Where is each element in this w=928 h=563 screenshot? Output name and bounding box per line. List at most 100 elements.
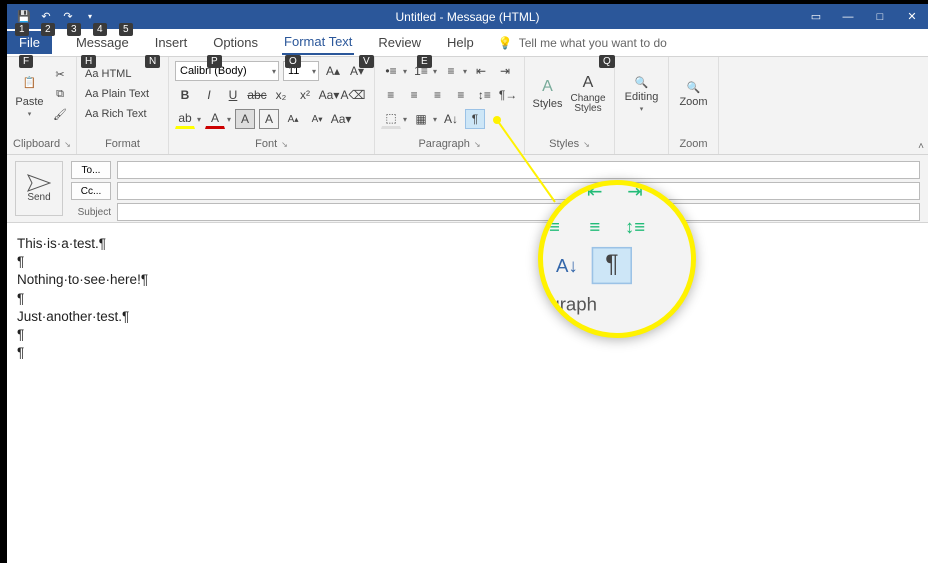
rich-text-button[interactable]: Aa Rich Text <box>83 105 151 123</box>
font-color-dd[interactable]: ▾ <box>227 115 231 124</box>
align-center-button[interactable]: ≡ <box>404 85 423 105</box>
mag-spacing-icon: ↕≡ <box>620 211 651 242</box>
send-button[interactable]: Send <box>15 161 63 216</box>
grow-font2-button[interactable]: A▴ <box>283 109 303 129</box>
font-name-combo[interactable]: Calibri (Body) <box>175 61 279 81</box>
styles-label: Styles <box>533 98 563 110</box>
mag-launcher-icon: ↘ <box>677 297 687 311</box>
styles-launcher[interactable]: ↘ <box>583 140 590 149</box>
body-line: Just·another·test.¶ <box>17 308 918 326</box>
group-format: Aa HTML Aa Plain Text Aa Rich Text Forma… <box>77 57 169 154</box>
sort-button[interactable]: A↓ <box>441 109 461 129</box>
subscript-button[interactable]: x₂ <box>271 85 291 105</box>
keytip: 4 <box>93 23 107 36</box>
change-case-button[interactable]: Aa▾ <box>319 85 339 105</box>
decrease-indent-button[interactable]: ⇤ <box>471 61 491 81</box>
message-body[interactable]: This·is·a·test.¶ ¶ Nothing·to·see·here!¶… <box>7 223 928 563</box>
superscript-button[interactable]: x² <box>295 85 315 105</box>
zoom-icon: 🔍 <box>687 81 701 94</box>
window-title: Untitled - Message (HTML) <box>395 10 539 24</box>
group-font: Calibri (Body) 11 A▴ A▾ B I U abc x₂ x² … <box>169 57 375 154</box>
keytip: N <box>145 55 160 68</box>
clear-formatting-button[interactable]: A⌫ <box>343 85 363 105</box>
numbering-dd[interactable]: ▾ <box>433 67 437 76</box>
message-header: Send To... Cc... Subject <box>7 155 928 223</box>
clipboard-launcher[interactable]: ↘ <box>64 140 71 149</box>
change-styles-button[interactable]: A Change Styles <box>568 61 608 127</box>
editing-button[interactable]: 🔍 Editing ▾ <box>621 61 662 127</box>
char-shading-button[interactable]: A <box>235 109 255 129</box>
body-line: Nothing·to·see·here!¶ <box>17 271 918 289</box>
borders-button[interactable]: ▦ <box>411 109 431 129</box>
cut-icon: ✂ <box>52 68 68 81</box>
shrink-font2-button[interactable]: A▾ <box>307 109 327 129</box>
ltr-button[interactable]: ¶→ <box>498 85 518 105</box>
align-left-button[interactable]: ≡ <box>381 85 400 105</box>
group-font-label: Font <box>255 138 277 150</box>
cc-input[interactable] <box>117 182 920 200</box>
strikethrough-button[interactable]: abc <box>247 85 267 105</box>
underline-button[interactable]: U <box>223 85 243 105</box>
tab-options[interactable]: Options <box>211 31 260 54</box>
group-styles-label: Styles <box>549 138 579 150</box>
multilevel-dd[interactable]: ▾ <box>463 67 467 76</box>
group-paragraph-label: Paragraph <box>418 138 469 150</box>
show-hide-paragraph-button[interactable]: ¶ <box>465 109 485 129</box>
bold-button[interactable]: B <box>175 85 195 105</box>
highlight-button[interactable]: ab <box>175 109 195 129</box>
plain-text-button[interactable]: Aa Plain Text <box>83 85 151 103</box>
copy-icon: ⧉ <box>52 88 68 101</box>
maximize-icon[interactable]: □ <box>864 4 896 29</box>
font-color-button[interactable]: A <box>205 109 225 129</box>
tab-insert[interactable]: Insert <box>153 31 190 54</box>
paste-label: Paste <box>15 96 43 108</box>
zoom-button[interactable]: 🔍 Zoom <box>675 61 712 127</box>
group-styles: A Styles A Change Styles Styles ↘ <box>525 57 615 154</box>
line-spacing-button[interactable]: ↕≡ <box>475 85 494 105</box>
align-right-button[interactable]: ≡ <box>428 85 447 105</box>
minimize-icon[interactable]: — <box>832 4 864 29</box>
font-launcher[interactable]: ↘ <box>281 140 288 149</box>
keytip: V <box>359 55 374 68</box>
keytip: P <box>207 55 222 68</box>
tab-help[interactable]: Help <box>445 31 476 54</box>
format-painter-button[interactable]: 🖌 <box>50 105 70 123</box>
send-label: Send <box>27 192 50 203</box>
cut-button[interactable]: ✂ <box>50 65 70 83</box>
ribbon-tabs: File Message Insert Options Format Text … <box>7 29 928 57</box>
paste-button[interactable]: 📋 Paste ▾ <box>13 61 46 127</box>
collapse-ribbon-icon[interactable]: ˄ <box>918 141 924 152</box>
tab-review[interactable]: Review <box>376 31 423 54</box>
keytip: E <box>417 55 432 68</box>
styles-button[interactable]: A Styles <box>531 61 564 127</box>
zoom-btn-label: Zoom <box>679 96 707 108</box>
bullets-button[interactable]: •≡ <box>381 61 401 81</box>
grow-font-button[interactable]: A▴ <box>323 61 343 81</box>
keytip: 1 <box>15 23 29 36</box>
justify-button[interactable]: ≡ <box>451 85 470 105</box>
lightbulb-icon: 💡 <box>498 36 513 50</box>
close-icon[interactable]: ✕ <box>896 4 928 29</box>
shading-dd[interactable]: ▾ <box>403 115 407 124</box>
copy-button[interactable]: ⧉ <box>50 85 70 103</box>
to-button[interactable]: To... <box>71 161 111 179</box>
char-border-button[interactable]: A <box>259 109 279 129</box>
highlight-dd[interactable]: ▾ <box>197 115 201 124</box>
paste-icon: 📋 <box>18 70 42 94</box>
ribbon-display-icon[interactable]: ▭ <box>800 4 832 29</box>
bullets-dd[interactable]: ▾ <box>403 67 407 76</box>
text-effects-button[interactable]: Aa▾ <box>331 109 351 129</box>
shading-button[interactable]: ⬚ <box>381 109 401 129</box>
tab-format-text[interactable]: Format Text <box>282 30 354 55</box>
italic-button[interactable]: I <box>199 85 219 105</box>
to-input[interactable] <box>117 161 920 179</box>
multilevel-button[interactable]: ≡ <box>441 61 461 81</box>
body-line: ¶ <box>17 290 918 308</box>
group-zoom: 🔍 Zoom Zoom <box>669 57 719 154</box>
tell-me[interactable]: 💡 Tell me what you want to do <box>498 36 667 50</box>
borders-dd[interactable]: ▾ <box>433 115 437 124</box>
subject-input[interactable] <box>117 203 920 221</box>
increase-indent-button[interactable]: ⇥ <box>495 61 515 81</box>
cc-button[interactable]: Cc... <box>71 182 111 200</box>
paragraph-launcher[interactable]: ↘ <box>474 140 481 149</box>
